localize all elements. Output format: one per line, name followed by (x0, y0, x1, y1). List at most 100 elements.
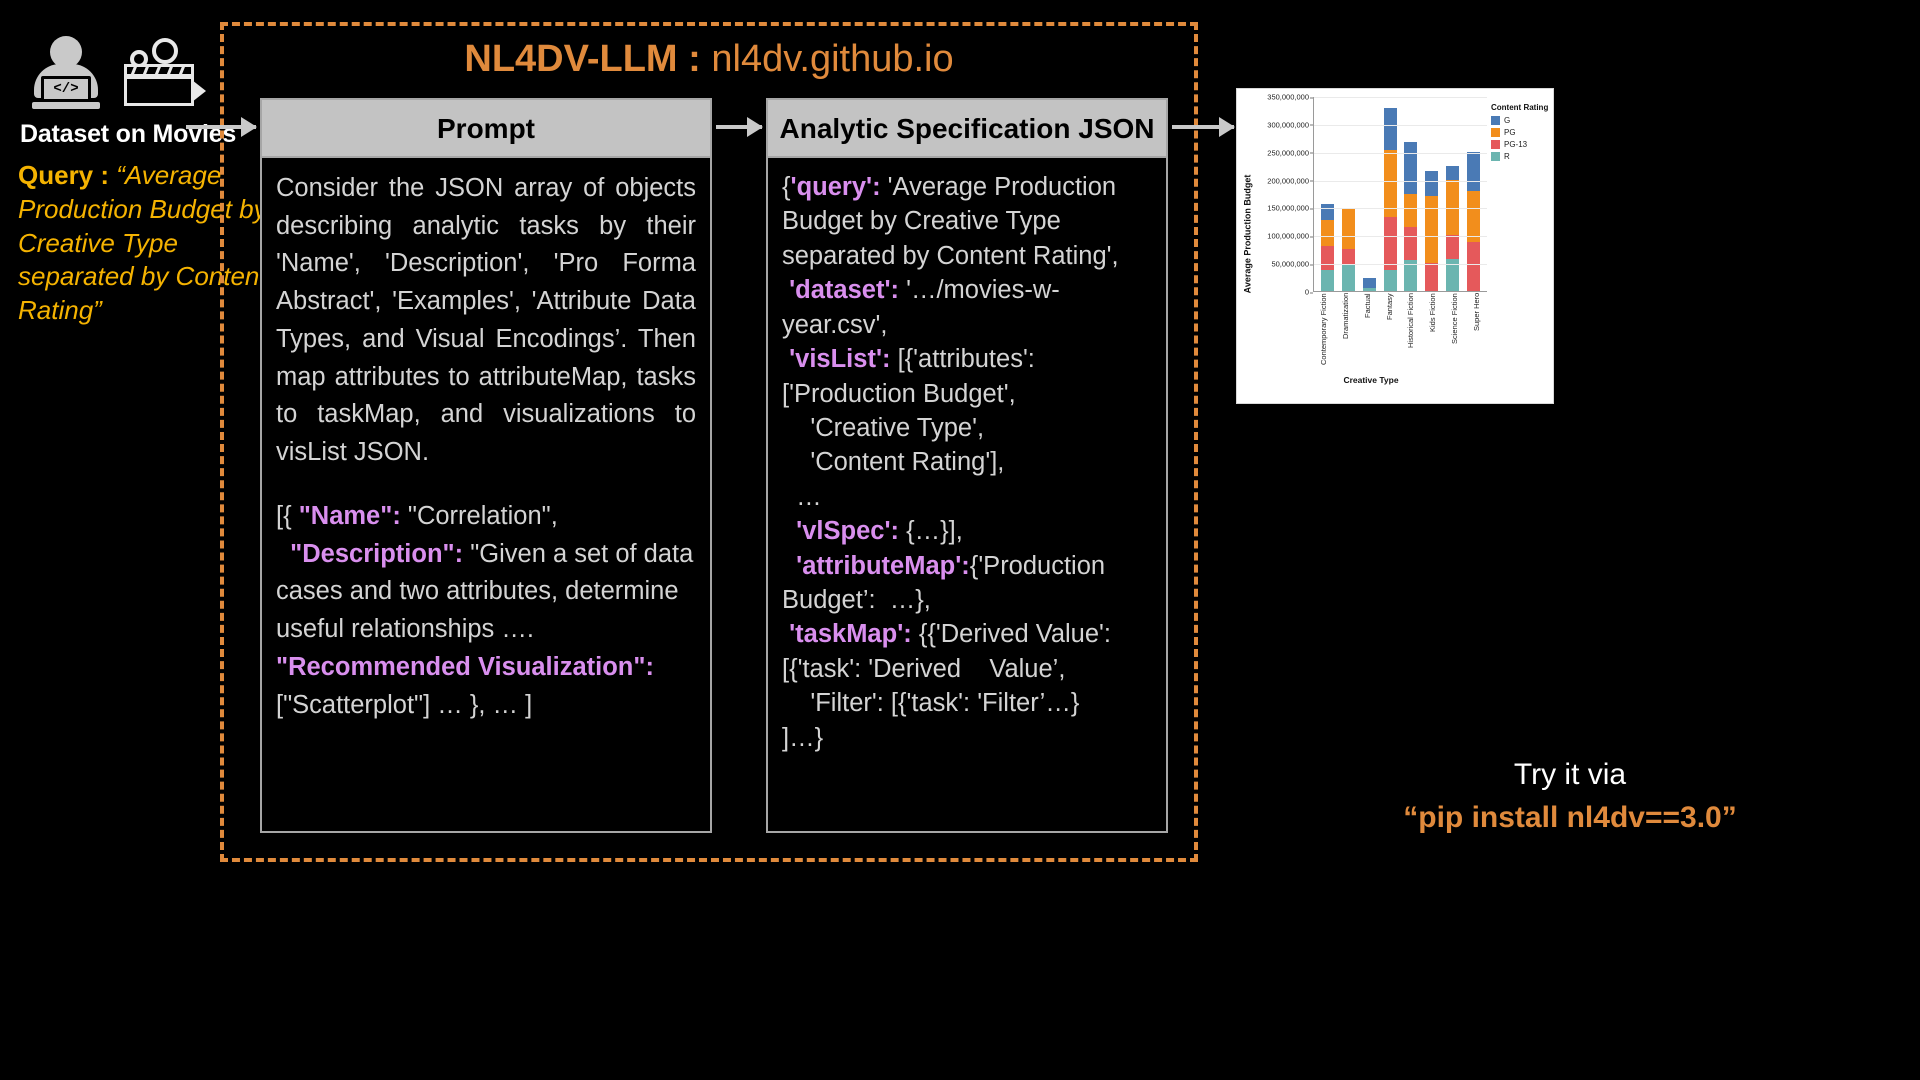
chart-bar-segment (1425, 196, 1439, 264)
chart-gridline (1314, 97, 1487, 98)
arrow-prompt-to-json-icon (716, 117, 763, 137)
chart-legend: Content Rating G PG PG-13 R (1491, 103, 1553, 164)
chart-bar-segment (1446, 165, 1460, 180)
chart-gridline (1314, 180, 1487, 182)
chart-bar-segment (1341, 248, 1355, 265)
chart-x-ticks: Contemporary Fiction Dramatization Factual… (1313, 293, 1487, 371)
chart-x-tick: Factual (1362, 293, 1372, 318)
chart-legend-title: Content Rating (1491, 103, 1549, 112)
json-panel-header: Analytic Specification JSON (768, 100, 1166, 158)
json-line-taskmap-3: ]…} (782, 723, 824, 752)
prompt-panel: Prompt Consider the JSON array of object… (260, 98, 712, 833)
chart-bar (1467, 97, 1481, 291)
json-line-taskmap: 'taskMap': {{'Derived Value': [{'task': … (782, 617, 1152, 686)
chart-bar-segment (1383, 108, 1397, 151)
chart-gridline (1314, 236, 1487, 238)
prompt-paragraph-3: "Recommended Visualization": (276, 649, 696, 687)
json-key-vlspec: 'vlSpec': (782, 517, 900, 546)
chart-legend-swatch (1491, 140, 1500, 149)
footer-cta: Try it via “pip install nl4dv==3.0” (1225, 755, 1915, 839)
chart-y-tick: 0 (1304, 287, 1314, 297)
chart-x-tick: Fantasy (1384, 293, 1394, 320)
chart-legend-items: G PG PG-13 R (1491, 116, 1553, 161)
prompt-value-name: "Correlation", (400, 501, 558, 530)
arrow-dataset-to-prompt-icon (186, 117, 257, 137)
chart-bar-segment (1320, 220, 1334, 247)
chart-bar-segment (1404, 226, 1418, 261)
chart-x-tick: Super Hero (1471, 293, 1481, 332)
chart-bar-segment (1467, 151, 1481, 191)
chart-legend-label: R (1504, 152, 1510, 161)
chart-y-axis-label-text: Average Production Budget (1242, 174, 1252, 294)
camera-lens-shape (192, 80, 206, 102)
json-line-vislist: 'visList': [{'attributes': ['Production … (782, 342, 1152, 411)
prompt-key-name: "Name": (298, 501, 401, 530)
prompt-key-description: "Description": (290, 539, 464, 568)
chart-gridline (1314, 152, 1487, 154)
chart-bar-segment (1404, 193, 1418, 227)
json-line-vislist-2: 'Creative Type', (782, 413, 985, 442)
chart-legend-swatch (1491, 152, 1500, 161)
chart-bar-segment (1425, 263, 1439, 291)
chart-bar-segment (1341, 209, 1355, 249)
chart-legend-item[interactable]: PG-13 (1491, 140, 1553, 149)
title-url[interactable]: nl4dv.github.io (711, 38, 953, 80)
json-line-attributemap: 'attributeMap':{'Production Budget’: …}, (782, 549, 1152, 618)
chart-x-tick: Science Fiction (1449, 293, 1459, 344)
prompt-open-bracket: [{ (276, 501, 299, 530)
json-line-query: {'query': 'Average Production Budget by … (782, 170, 1152, 273)
json-open-brace: { (782, 173, 791, 201)
chart-y-tick: 350,000,000 (1267, 92, 1313, 102)
chart-plot-area (1313, 97, 1487, 292)
chart-bar (1383, 97, 1397, 291)
chart-gridline (1314, 124, 1487, 126)
chart-legend-item[interactable]: G (1491, 116, 1553, 125)
chart-legend-item[interactable]: R (1491, 152, 1553, 161)
laptop-shape: </> (41, 76, 91, 102)
chart-bar-segment (1362, 278, 1376, 289)
analytic-spec-json-panel: Analytic Specification JSON {'query': 'A… (766, 98, 1168, 833)
chart-x-tick: Dramatization (1341, 293, 1351, 340)
arrow-json-to-chart-icon (1172, 117, 1235, 137)
chart-gridline (1314, 264, 1487, 266)
person-coding-icon: </> (28, 34, 104, 110)
chart-bars (1314, 97, 1487, 291)
chart-bar-segment (1320, 270, 1334, 291)
chart-bar-segment (1362, 288, 1376, 291)
chart-gridline (1314, 208, 1487, 210)
chart-y-axis-label: Average Production Budget (1239, 89, 1255, 379)
footer-try-it-label: Try it via (1513, 758, 1627, 791)
chart-bar-segment (1383, 270, 1397, 291)
chart-bar-segment (1383, 150, 1397, 217)
json-line-dataset: 'dataset': '…/movies-w-year.csv', (782, 273, 1152, 342)
chart-y-tick: 50,000,000 (1271, 259, 1313, 269)
chart-y-tick: 150,000,000 (1267, 203, 1313, 213)
prompt-key-recommended-visualization: "Recommended Visualization": (276, 652, 654, 681)
chart-bar-segment (1404, 141, 1418, 194)
chart-x-tick: Contemporary Fiction (1319, 293, 1329, 365)
json-key-vislist: 'visList': (782, 345, 891, 374)
prompt-paragraph-1: Consider the JSON array of objects descr… (276, 174, 696, 467)
json-key-query: 'query': (790, 173, 881, 201)
chart-bar-segment (1446, 235, 1460, 259)
chart-y-tick: 200,000,000 (1267, 176, 1313, 186)
json-panel-body: {'query': 'Average Production Budget by … (768, 158, 1166, 761)
prompt-paragraph-4: ["Scatterplot"] … }, … ] (276, 690, 533, 719)
chart-bar (1362, 97, 1376, 291)
result-chart: Average Production Budget 0 50,000,000 100… (1236, 88, 1554, 404)
chart-legend-swatch (1491, 116, 1500, 125)
chart-legend-item[interactable]: PG (1491, 128, 1553, 137)
chart-y-tick: 300,000,000 (1267, 120, 1313, 130)
query-prefix-label: Query : (18, 160, 117, 190)
chart-y-tick: 100,000,000 (1267, 231, 1313, 241)
movie-clapperboard-camera-icon (122, 38, 206, 110)
chart-bar-segment (1341, 264, 1355, 291)
title-separator: : (677, 38, 712, 80)
footer-pip-install-command: “pip install nl4dv==3.0” (1403, 800, 1737, 834)
json-line-ellipsis: … (782, 482, 822, 511)
prompt-panel-body: Consider the JSON array of objects descr… (262, 158, 710, 730)
camera-body-shape (124, 76, 194, 106)
chart-bar (1341, 97, 1355, 291)
chart-legend-label: PG-13 (1504, 140, 1528, 149)
title-bold: NL4DV-LLM (464, 38, 678, 80)
